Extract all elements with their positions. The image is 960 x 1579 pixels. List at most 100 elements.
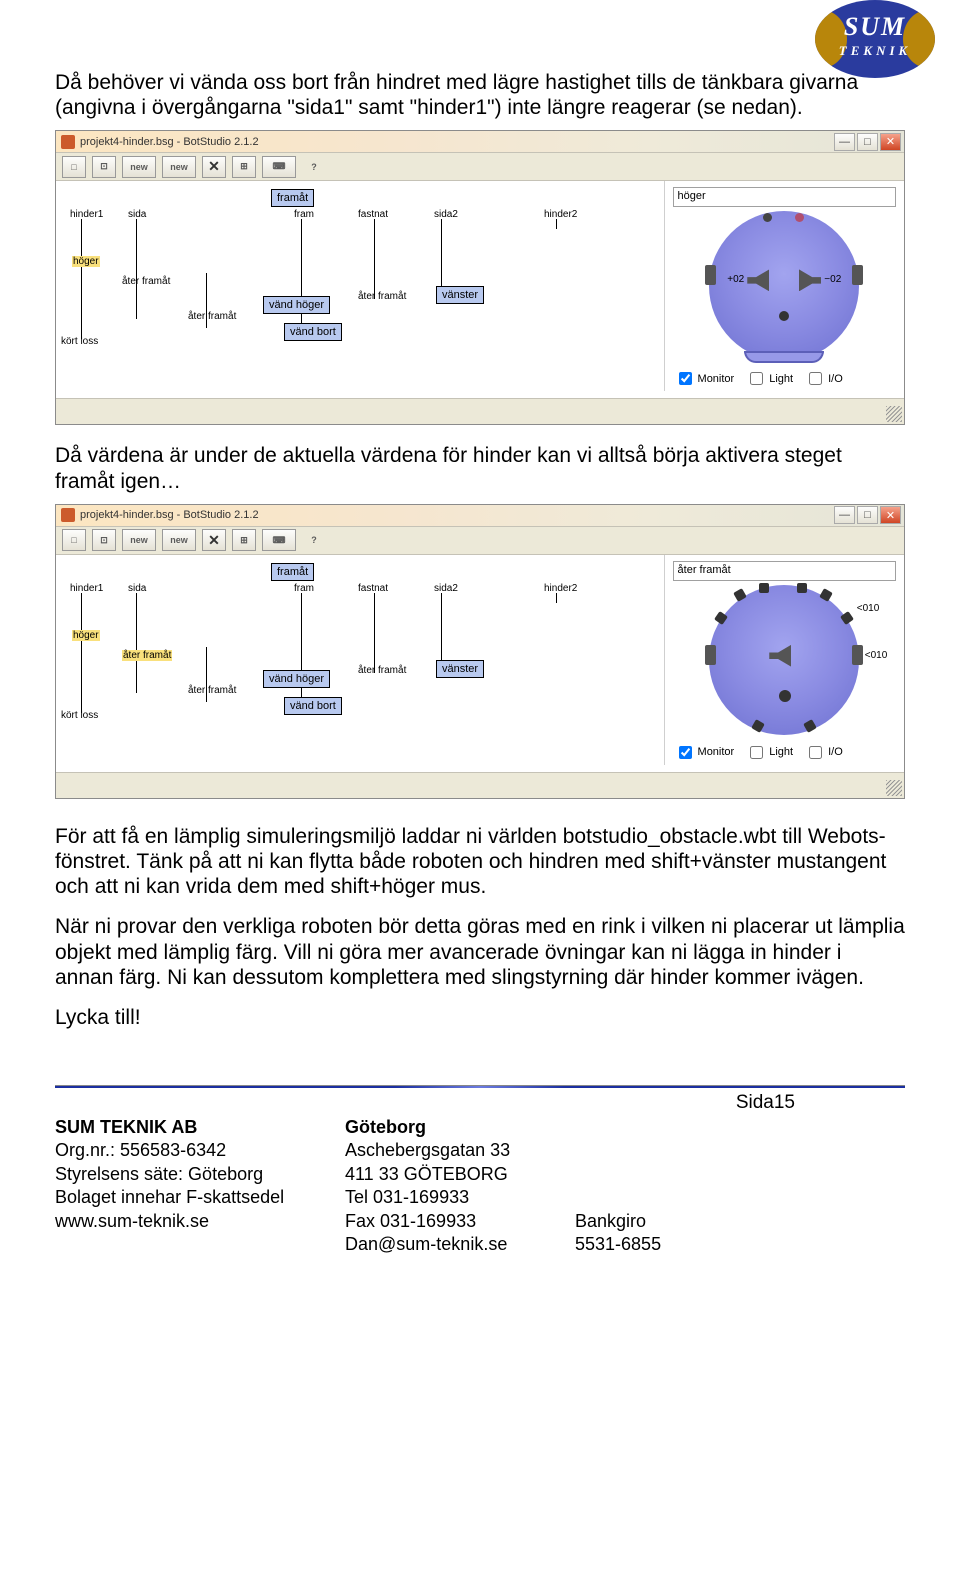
titlebar: projekt4-hinder.bsg - BotStudio 2.1.2 — … bbox=[56, 131, 904, 153]
footer-web: www.sum-teknik.se bbox=[55, 1210, 315, 1233]
state-vand-hoger[interactable]: vänd höger bbox=[263, 670, 330, 688]
app-icon bbox=[61, 508, 75, 522]
toolbar-button[interactable]: □ bbox=[62, 156, 86, 178]
toolbar-button[interactable]: new bbox=[122, 156, 156, 178]
sida-label[interactable]: sida bbox=[128, 583, 146, 594]
page-number: Sida15 bbox=[55, 1092, 905, 1114]
robot-panel-container: höger +02 −02 bbox=[665, 181, 904, 398]
botstudio-window-1: projekt4-hinder.bsg - BotStudio 2.1.2 — … bbox=[55, 130, 905, 425]
fram-label[interactable]: fram bbox=[294, 209, 314, 220]
footer-addr2: 411 33 GÖTEBORG bbox=[345, 1163, 545, 1186]
robot-visual[interactable]: +02 −02 bbox=[709, 211, 859, 361]
fastnat-label[interactable]: fastnat bbox=[358, 583, 388, 594]
state-vanster[interactable]: vänster bbox=[436, 286, 484, 304]
name-input[interactable]: åter framåt bbox=[673, 561, 896, 581]
toolbar: □ ⊡ new new ✕ ⊞ ⌨ ? bbox=[56, 527, 904, 555]
ater-framat-2-label[interactable]: åter framåt bbox=[188, 685, 236, 696]
toolbar-button[interactable]: ⊞ bbox=[232, 156, 256, 178]
fastnat-label[interactable]: fastnat bbox=[358, 209, 388, 220]
light-checkbox[interactable]: Light bbox=[746, 369, 793, 388]
toolbar-button[interactable]: ⌨ bbox=[262, 529, 296, 551]
sida2-label[interactable]: sida2 bbox=[434, 583, 458, 594]
close-button[interactable]: ✕ bbox=[880, 133, 901, 151]
ater-framat-1-label[interactable]: åter framåt bbox=[122, 276, 170, 287]
state-diagram[interactable]: hinder1 sida fram fastnat sida2 hinder2 … bbox=[56, 555, 665, 765]
monitor-checkbox[interactable]: Monitor bbox=[675, 743, 735, 762]
hinder2-label[interactable]: hinder2 bbox=[544, 583, 577, 594]
toolbar-button[interactable]: □ bbox=[62, 529, 86, 551]
toolbar-button[interactable]: new bbox=[122, 529, 156, 551]
footer: SUM TEKNIK AB Org.nr.: 556583-6342 Styre… bbox=[55, 1114, 905, 1256]
state-vand-hoger[interactable]: vänd höger bbox=[263, 296, 330, 314]
footer-company: SUM TEKNIK AB bbox=[55, 1116, 315, 1139]
minimize-button[interactable]: — bbox=[834, 506, 855, 524]
state-vand-bort[interactable]: vänd bort bbox=[284, 323, 342, 341]
toolbar: □ ⊡ new new ✕ ⊞ ⌨ ? bbox=[56, 153, 904, 181]
robot-right-value: −02 bbox=[824, 274, 841, 285]
minimize-button[interactable]: — bbox=[834, 133, 855, 151]
maximize-button[interactable]: □ bbox=[857, 506, 878, 524]
ater-framat-1-label[interactable]: åter framåt bbox=[122, 650, 172, 661]
toolbar-button[interactable]: new bbox=[162, 529, 196, 551]
statusbar bbox=[56, 772, 904, 798]
maximize-button[interactable]: □ bbox=[857, 133, 878, 151]
resize-grip-icon[interactable] bbox=[886, 780, 902, 796]
ater-framat-3-label[interactable]: åter framåt bbox=[358, 291, 406, 302]
io-checkbox[interactable]: I/O bbox=[805, 743, 843, 762]
para-4: När ni provar den verkliga roboten bör d… bbox=[55, 914, 905, 990]
hoger-label[interactable]: höger bbox=[72, 256, 100, 267]
state-framat[interactable]: framåt bbox=[271, 189, 314, 207]
window-title: projekt4-hinder.bsg - BotStudio 2.1.2 bbox=[80, 509, 834, 521]
kort-loss-label[interactable]: kört loss bbox=[61, 710, 98, 721]
toolbar-button[interactable]: ⊡ bbox=[92, 156, 116, 178]
footer-sate: Styrelsens säte: Göteborg bbox=[55, 1163, 315, 1186]
hinder1-label[interactable]: hinder1 bbox=[70, 209, 103, 220]
footer-fax: Fax 031-169933 bbox=[345, 1210, 545, 1233]
toolbar-button[interactable]: new bbox=[162, 156, 196, 178]
para-5: Lycka till! bbox=[55, 1005, 905, 1030]
close-button[interactable]: ✕ bbox=[880, 506, 901, 524]
sida-label[interactable]: sida bbox=[128, 209, 146, 220]
light-checkbox[interactable]: Light bbox=[746, 743, 793, 762]
footer-bankgiro-h: Bankgiro bbox=[575, 1210, 735, 1233]
footer-orgnr: Org.nr.: 556583-6342 bbox=[55, 1139, 315, 1162]
para-1: Då behöver vi vända oss bort från hindre… bbox=[55, 70, 905, 120]
kort-loss-label[interactable]: kört loss bbox=[61, 336, 98, 347]
state-framat[interactable]: framåt bbox=[271, 563, 314, 581]
robot-right-value: <010 bbox=[865, 650, 888, 661]
state-vand-bort[interactable]: vänd bort bbox=[284, 697, 342, 715]
statusbar bbox=[56, 398, 904, 424]
state-diagram[interactable]: hinder1 sida fram fastnat sida2 hinder2 … bbox=[56, 181, 665, 391]
hinder1-label[interactable]: hinder1 bbox=[70, 583, 103, 594]
logo-line2: TEKNIK bbox=[815, 44, 935, 57]
name-input[interactable]: höger bbox=[673, 187, 896, 207]
state-vanster[interactable]: vänster bbox=[436, 660, 484, 678]
robot-panel-container: åter framåt bbox=[665, 555, 904, 772]
toolbar-button[interactable]: ⊞ bbox=[232, 529, 256, 551]
sida2-label[interactable]: sida2 bbox=[434, 209, 458, 220]
footer-bankgiro-v: 5531-6855 bbox=[575, 1233, 735, 1256]
toolbar-button[interactable]: ⌨ bbox=[262, 156, 296, 178]
io-checkbox[interactable]: I/O bbox=[805, 369, 843, 388]
hinder2-label[interactable]: hinder2 bbox=[544, 209, 577, 220]
para-3: För att få en lämplig simuleringsmiljö l… bbox=[55, 824, 905, 900]
ater-framat-3-label[interactable]: åter framåt bbox=[358, 665, 406, 676]
footer-tel: Tel 031-169933 bbox=[345, 1186, 545, 1209]
toolbar-button[interactable]: ⊡ bbox=[92, 529, 116, 551]
fram-label[interactable]: fram bbox=[294, 583, 314, 594]
logo: SUM TEKNIK bbox=[815, 0, 935, 80]
window-title: projekt4-hinder.bsg - BotStudio 2.1.2 bbox=[80, 136, 834, 148]
resize-grip-icon[interactable] bbox=[886, 406, 902, 422]
hoger-label[interactable]: höger bbox=[72, 630, 100, 641]
ater-framat-2-label[interactable]: åter framåt bbox=[188, 311, 236, 322]
app-icon bbox=[61, 135, 75, 149]
robot-visual[interactable] bbox=[709, 585, 859, 735]
help-button[interactable]: ? bbox=[302, 156, 326, 178]
help-button[interactable]: ? bbox=[302, 529, 326, 551]
footer-email: Dan@sum-teknik.se bbox=[345, 1233, 545, 1256]
monitor-checkbox[interactable]: Monitor bbox=[675, 369, 735, 388]
toolbar-button[interactable]: ✕ bbox=[202, 156, 226, 178]
logo-line1: SUM bbox=[815, 14, 935, 40]
para-2: Då värdena är under de aktuella värdena … bbox=[55, 443, 905, 493]
toolbar-button[interactable]: ✕ bbox=[202, 529, 226, 551]
